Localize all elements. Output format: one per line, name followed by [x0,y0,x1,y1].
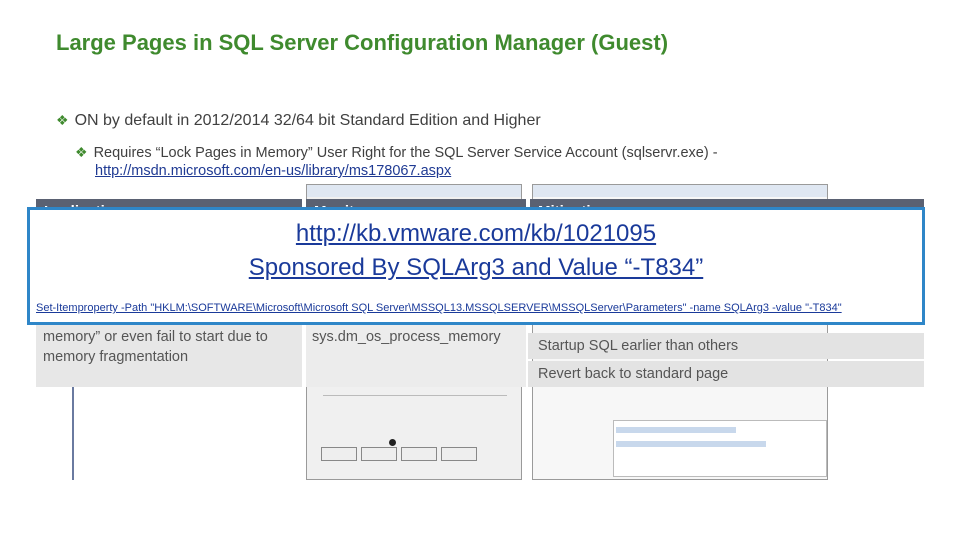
kb-callout-box: http://kb.vmware.com/kb/1021095 Sponsore… [27,207,925,325]
mitigation-row: Startup SQL earlier than others [528,333,924,359]
screenshot-ok-button [321,447,357,461]
diamond-bullet-icon: ❖ [75,144,88,160]
bullet-sub-text: Requires “Lock Pages in Memory” User Rig… [93,145,718,161]
screenshot-help-button [441,447,477,461]
page-title: Large Pages in SQL Server Configuration … [56,30,669,55]
monitor-cell: sys.dm_os_process_memory [312,329,501,345]
sponsor-text: Sponsored By SQLArg3 and Value “-T834” [248,254,704,281]
bullet-main: ❖ ON by default in 2012/2014 32/64 bit St… [56,112,541,130]
bullet-sub: ❖ Requires “Lock Pages in Memory” User Ri… [75,143,718,180]
screenshot-apply-button [401,447,437,461]
screenshot-edge [72,387,82,480]
screenshot-titlebar [533,185,827,197]
policy-row [616,427,736,433]
screenshot-policy-list [613,420,827,477]
powershell-command: Set-Itemproperty -Path "HKLM:\SOFTWARE\M… [36,302,842,314]
policy-row [616,441,766,447]
marker-dot-icon [389,439,396,446]
screenshot-cancel-button [361,447,397,461]
mitigation-row: Revert back to standard page [528,361,924,387]
kb-link[interactable]: http://kb.vmware.com/kb/1021095 [30,220,922,248]
msdn-link[interactable]: http://msdn.microsoft.com/en-us/library/… [95,163,451,179]
screenshot-titlebar [307,185,521,197]
bullet-main-text: ON by default in 2012/2014 32/64 bit Sta… [74,112,541,129]
implication-cell: memory” or even fail to start due to mem… [43,329,268,365]
diamond-bullet-icon: ❖ [56,112,69,128]
